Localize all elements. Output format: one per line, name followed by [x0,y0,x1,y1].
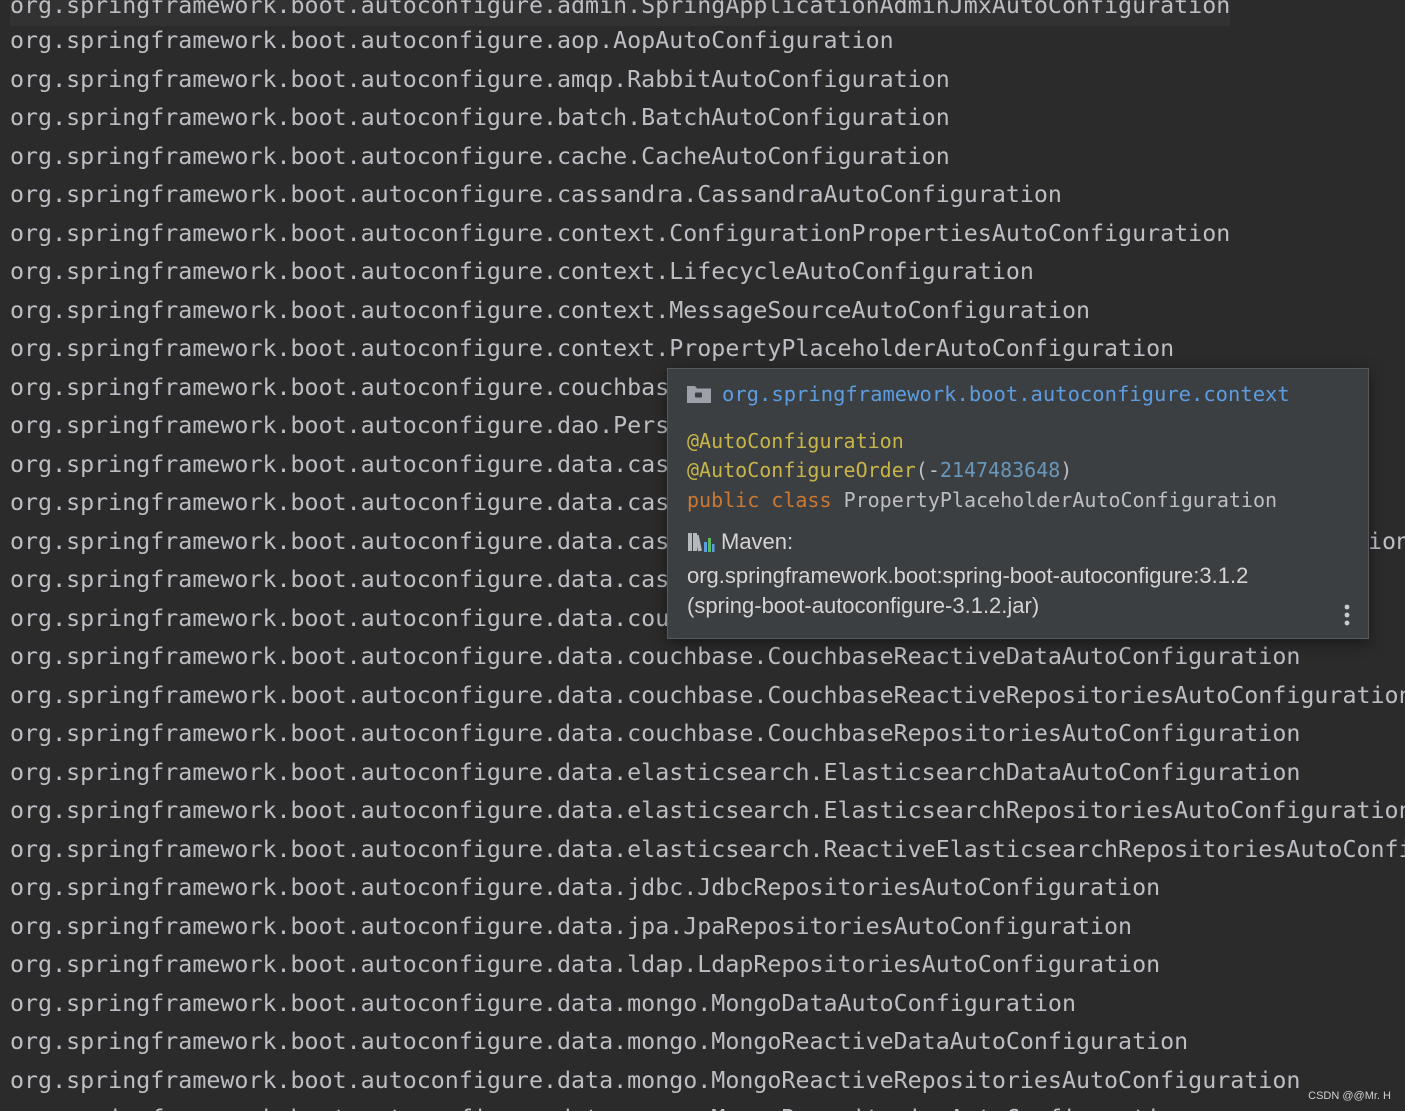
code-line[interactable]: org.springframework.boot.autoconfigure.c… [10,369,669,408]
maven-library-icon [688,533,715,552]
code-line[interactable]: org.springframework.boot.autoconfigure.c… [10,138,950,177]
code-line[interactable]: org.springframework.boot.autoconfigure.d… [10,407,669,446]
code-line[interactable]: org.springframework.boot.autoconfigure.d… [10,985,1076,1024]
code-line[interactable]: org.springframework.boot.autoconfigure.d… [10,523,669,562]
code-line[interactable]: org.springframework.boot.autoconfigure.c… [10,253,1034,292]
folder-icon [687,386,711,403]
code-editor[interactable]: org.springframework.boot.autoconfigure.a… [0,0,1405,1111]
keyword-public: public [687,488,760,512]
maven-row: Maven: [687,526,793,558]
maven-label: Maven: [721,529,794,554]
annotation-autoconfiguration: @AutoConfiguration [687,429,904,453]
quick-documentation-popup[interactable]: org.springframework.boot.autoconfigure.c… [667,368,1369,639]
package-row[interactable]: org.springframework.boot.autoconfigure.c… [686,379,1290,409]
code-line[interactable]: org.springframework.boot.autoconfigure.c… [10,292,1090,331]
class-name: PropertyPlaceholderAutoConfiguration [843,488,1278,512]
code-line[interactable]: org.springframework.boot.autoconfigure.d… [10,946,1160,985]
code-line[interactable]: org.springframework.boot.autoconfigure.d… [10,446,669,485]
code-line[interactable]: org.springframework.boot.autoconfigure.d… [10,1023,1188,1062]
code-line[interactable]: org.springframework.boot.autoconfigure.d… [10,1100,1188,1111]
watermark: CSDN @@Mr. H [1308,1090,1391,1102]
code-line[interactable]: org.springframework.boot.autoconfigure.b… [10,99,950,138]
code-line[interactable]: org.springframework.boot.autoconfigure.c… [10,215,1230,254]
annotation-autoconfigureorder: @AutoConfigureOrder [687,458,916,482]
package-link[interactable]: org.springframework.boot.autoconfigure.c… [722,382,1290,406]
code-line[interactable]: org.springframework.boot.autoconfigure.a… [10,61,950,100]
code-line[interactable]: org.springframework.boot.autoconfigure.d… [10,715,1300,754]
code-line[interactable]: org.springframework.boot.autoconfigure.d… [10,600,669,639]
code-line[interactable]: org.springframework.boot.autoconfigure.d… [10,1062,1300,1101]
code-line[interactable]: org.springframework.boot.autoconfigure.d… [10,484,669,523]
code-line[interactable]: org.springframework.boot.autoconfigure.d… [10,792,1405,831]
annotation-order-value: 2147483648 [939,458,1061,482]
code-line[interactable]: org.springframework.boot.autoconfigure.c… [10,176,1062,215]
annotation-paren-open: (- [915,458,940,482]
code-line[interactable]: org.springframework.boot.autoconfigure.c… [10,330,1174,369]
code-line[interactable]: org.springframework.boot.autoconfigure.d… [10,677,1405,716]
annotation-autoconfigureorder-line: @AutoConfigureOrder(-2147483648) [687,456,1072,485]
maven-coordinates: org.springframework.boot:spring-boot-aut… [687,563,1249,588]
class-declaration: public class PropertyPlaceholderAutoConf… [687,486,1277,515]
code-line[interactable]: org.springframework.boot.autoconfigure.d… [10,561,669,600]
maven-jar: (spring-boot-autoconfigure-3.1.2.jar) [687,593,1040,618]
code-line[interactable]: org.springframework.boot.autoconfigure.d… [10,869,1160,908]
more-vertical-icon[interactable] [1340,602,1354,630]
keyword-class: class [771,488,832,512]
code-line[interactable]: org.springframework.boot.autoconfigure.d… [10,908,1132,947]
annotation-paren-close: ) [1060,458,1073,482]
code-line[interactable]: org.springframework.boot.autoconfigure.d… [10,831,1405,870]
code-line-tail: ion [1368,527,1405,555]
code-line[interactable]: org.springframework.boot.autoconfigure.a… [10,22,894,61]
code-line[interactable]: org.springframework.boot.autoconfigure.d… [10,754,1300,793]
code-line[interactable]: org.springframework.boot.autoconfigure.d… [10,638,1300,677]
